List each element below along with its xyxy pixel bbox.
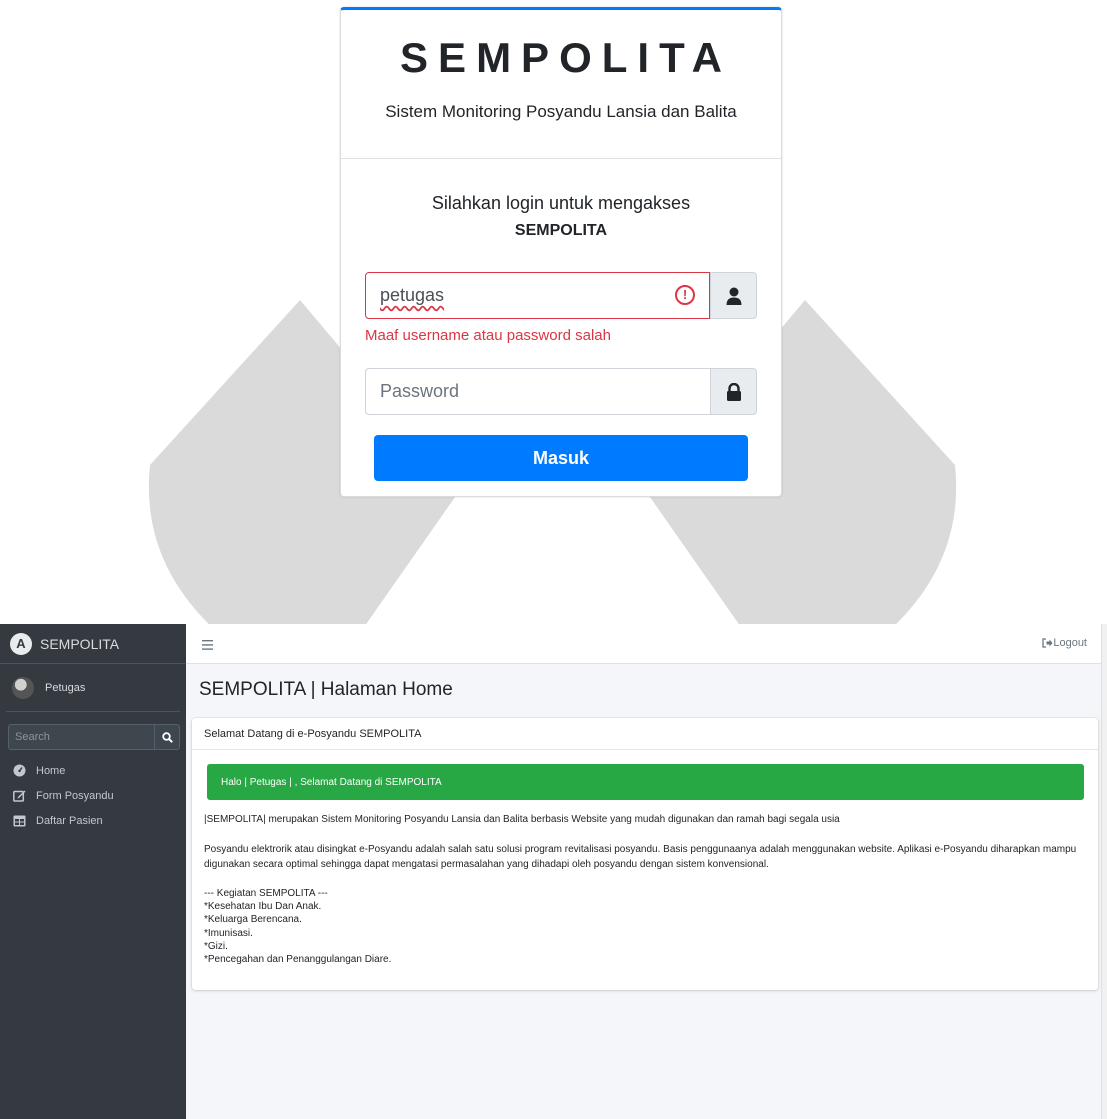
tachometer-icon bbox=[12, 764, 26, 777]
description-paragraph: Posyandu elektrorik atau disingkat e-Pos… bbox=[204, 844, 1077, 870]
password-placeholder: Password bbox=[380, 381, 460, 401]
sidebar-item-label: Daftar Pasien bbox=[36, 814, 103, 827]
list-item: *Imunisasi. bbox=[204, 927, 253, 939]
sign-out-icon bbox=[1042, 638, 1053, 648]
sidebar-item-home[interactable]: Home bbox=[0, 758, 186, 783]
activities-title: --- Kegiatan SEMPOLITA --- bbox=[204, 888, 328, 899]
welcome-alert: Halo | Petugas | , Selamat Datang di SEM… bbox=[207, 764, 1084, 800]
scrollbar[interactable] bbox=[1101, 624, 1107, 1119]
login-submit-button[interactable]: Masuk bbox=[374, 435, 748, 481]
login-message-line2: SEMPOLITA bbox=[514, 222, 608, 239]
login-subtitle: Sistem Monitoring Posyandu Lansia dan Ba… bbox=[385, 102, 737, 121]
logout-link[interactable]: Logout bbox=[1042, 637, 1087, 649]
user-icon bbox=[726, 287, 741, 305]
exclamation-circle-icon: ! bbox=[675, 285, 695, 305]
password-addon bbox=[710, 368, 757, 415]
user-name: Petugas bbox=[45, 681, 86, 694]
list-item: *Gizi. bbox=[204, 940, 228, 952]
password-input[interactable]: Password bbox=[365, 368, 710, 415]
list-item: *Keluarga Berencana. bbox=[204, 914, 302, 926]
password-group: Password bbox=[365, 368, 757, 415]
search-input[interactable]: Search bbox=[8, 724, 154, 750]
list-item: *Pencegahan dan Penanggulangan Diare. bbox=[204, 954, 392, 966]
login-header: SEMPOLITA Sistem Monitoring Posyandu Lan… bbox=[341, 10, 781, 159]
hamburger-icon[interactable] bbox=[202, 637, 213, 655]
sidebar-item-form-posyandu[interactable]: Form Posyandu bbox=[0, 783, 186, 808]
sidebar-brand[interactable]: A SEMPOLITA bbox=[0, 624, 186, 664]
list-item: *Kesehatan Ibu Dan Anak. bbox=[204, 901, 322, 913]
table-icon bbox=[12, 815, 26, 827]
login-error-message: Maaf username atau password salah bbox=[365, 327, 611, 344]
user-panel[interactable]: Petugas bbox=[6, 664, 180, 712]
username-input[interactable]: petugas bbox=[365, 272, 710, 319]
username-group: petugas ! bbox=[365, 272, 757, 319]
topbar: Logout bbox=[186, 624, 1107, 664]
sidebar-brand-label: SEMPOLITA bbox=[40, 635, 120, 652]
sidebar-item-daftar-pasien[interactable]: Daftar Pasien bbox=[0, 808, 186, 833]
username-value: petugas bbox=[380, 285, 445, 305]
card-header: Selamat Datang di e-Posyandu SEMPOLITA bbox=[192, 718, 1098, 750]
sidebar-item-label: Home bbox=[36, 764, 66, 777]
search-button[interactable] bbox=[154, 724, 180, 750]
username-addon bbox=[710, 272, 757, 319]
page-title: SEMPOLITA | Halaman Home bbox=[199, 679, 453, 700]
search-icon bbox=[161, 731, 173, 743]
avatar bbox=[12, 676, 34, 699]
dashboard-screenshot: A SEMPOLITA Petugas Search Home Form Pos… bbox=[0, 624, 1107, 1119]
sidebar: A SEMPOLITA Petugas Search Home Form Pos… bbox=[0, 624, 186, 1119]
logout-label: Logout bbox=[1053, 637, 1087, 649]
intro-paragraph: |SEMPOLITA| merupakan Sistem Monitoring … bbox=[204, 814, 840, 825]
content-wrapper: SEMPOLITA | Halaman Home Selamat Datang … bbox=[186, 664, 1101, 1119]
sidebar-nav: Home Form Posyandu Daftar Pasien bbox=[0, 758, 186, 833]
login-card: SEMPOLITA Sistem Monitoring Posyandu Lan… bbox=[340, 7, 782, 497]
search-placeholder: Search bbox=[15, 731, 50, 743]
login-message-line1: Silahkan login untuk mengakses bbox=[431, 193, 691, 213]
login-body: Silahkan login untuk mengakses SEMPOLITA… bbox=[341, 189, 781, 481]
login-message: Silahkan login untuk mengakses SEMPOLITA bbox=[365, 189, 757, 245]
card-body: |SEMPOLITA| merupakan Sistem Monitoring … bbox=[192, 800, 1098, 966]
brand-logo-icon: A bbox=[10, 632, 32, 655]
edit-icon bbox=[12, 789, 26, 802]
sidebar-item-label: Form Posyandu bbox=[36, 789, 114, 802]
welcome-card: Selamat Datang di e-Posyandu SEMPOLITA H… bbox=[192, 718, 1098, 990]
sidebar-search: Search bbox=[8, 724, 180, 750]
lock-icon bbox=[726, 382, 741, 401]
activities-list: --- Kegiatan SEMPOLITA --- *Kesehatan Ib… bbox=[204, 887, 1086, 966]
login-brand: SEMPOLITA bbox=[400, 34, 732, 81]
